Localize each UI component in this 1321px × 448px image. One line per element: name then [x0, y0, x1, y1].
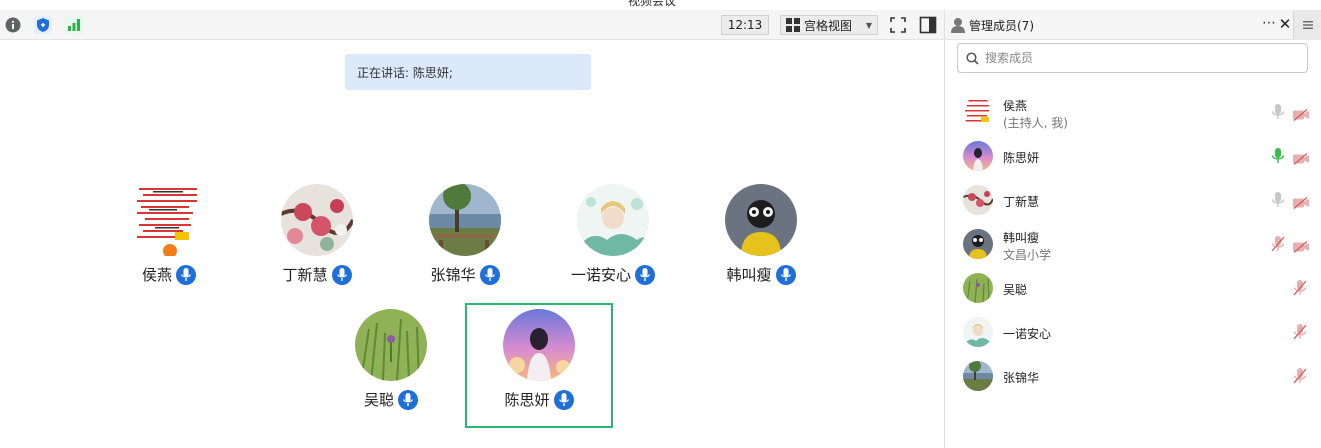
avatar	[725, 184, 797, 256]
members-panel: 管理成员(7) ⋯ ✕ 侯燕 (主持人, 我) 陈思妍	[944, 10, 1321, 448]
microphone-icon	[398, 389, 418, 410]
avatar	[577, 184, 649, 256]
camera-off-icon[interactable]	[1293, 238, 1309, 253]
microphone-muted-icon[interactable]	[1271, 236, 1285, 252]
member-row[interactable]: 韩叫瘦 文昌小学	[945, 222, 1321, 266]
member-name: 张锦华	[1003, 371, 1040, 385]
members-panel-header: 管理成员(7) ⋯ ✕	[945, 10, 1321, 40]
member-name: 陈思妍	[1003, 151, 1040, 165]
microphone-icon	[479, 264, 500, 285]
member-row[interactable]: 丁新慧	[945, 178, 1321, 222]
participant-tile[interactable]: 一诺安心	[558, 184, 668, 285]
avatar	[429, 184, 501, 256]
microphone-muted-icon[interactable]	[1293, 324, 1307, 340]
avatar	[963, 361, 993, 391]
avatar	[963, 141, 993, 171]
search-input[interactable]	[985, 51, 1285, 65]
search-icon	[966, 51, 979, 65]
speaking-indicator: 正在讲话: 陈思妍;	[345, 54, 591, 90]
member-name: 侯燕	[1003, 99, 1028, 113]
microphone-icon[interactable]	[1271, 192, 1285, 208]
meeting-toolbar: 12:13 宫格视图 ▼	[0, 10, 944, 40]
member-org: 文昌小学	[1003, 248, 1052, 262]
camera-off-icon[interactable]	[1293, 150, 1309, 165]
avatar	[963, 229, 993, 259]
microphone-icon[interactable]	[1271, 104, 1285, 120]
more-options-icon[interactable]: ⋯	[1261, 15, 1277, 33]
signal-bars-icon[interactable]	[64, 15, 84, 35]
microphone-icon	[176, 264, 196, 285]
avatar	[963, 97, 993, 127]
microphone-icon	[635, 264, 655, 285]
avatar	[963, 317, 993, 347]
member-row[interactable]: 侯燕 (主持人, 我)	[945, 90, 1321, 134]
microphone-muted-icon[interactable]	[1293, 368, 1307, 384]
participant-tile[interactable]: 侯燕	[114, 184, 224, 285]
title-bar: 视频会议	[0, 0, 1321, 10]
avatar	[281, 184, 353, 256]
member-row[interactable]: 一诺安心	[945, 310, 1321, 354]
view-mode-dropdown[interactable]: 宫格视图 ▼	[780, 15, 878, 35]
member-name: 一诺安心	[1003, 327, 1052, 341]
members-panel-title: 管理成员(7)	[969, 19, 1034, 33]
participant-name: 吴聪	[363, 391, 394, 409]
participant-name: 陈思妍	[504, 391, 550, 409]
member-row[interactable]: 张锦华	[945, 354, 1321, 398]
member-name: 韩叫瘦	[1003, 231, 1040, 245]
microphone-active-icon[interactable]	[1271, 148, 1285, 164]
microphone-icon	[553, 389, 574, 410]
meeting-clock: 12:13	[721, 15, 769, 35]
menu-icon[interactable]	[1293, 10, 1321, 40]
member-search-box[interactable]	[957, 43, 1308, 73]
shield-icon[interactable]	[33, 15, 53, 35]
participant-tile[interactable]: 韩叫瘦	[706, 184, 816, 285]
speaking-text: 正在讲话: 陈思妍;	[357, 65, 453, 80]
participant-name: 一诺安心	[570, 266, 631, 284]
avatar	[133, 184, 205, 256]
user-icon	[951, 17, 965, 33]
avatar	[503, 309, 575, 381]
panel-toggle-icon[interactable]	[918, 15, 938, 35]
participant-name: 韩叫瘦	[726, 266, 772, 284]
camera-off-icon[interactable]	[1293, 106, 1309, 121]
member-row[interactable]: 陈思妍	[945, 134, 1321, 178]
chevron-down-icon: ▼	[865, 20, 872, 30]
avatar	[963, 273, 993, 303]
grid-view-icon	[786, 18, 800, 32]
participant-name: 丁新慧	[282, 266, 328, 284]
member-name: 丁新慧	[1003, 195, 1040, 209]
microphone-icon	[331, 264, 352, 285]
camera-off-icon[interactable]	[1293, 194, 1309, 209]
video-area: 12:13 宫格视图 ▼ 正在讲话: 陈思妍; 侯燕 丁新慧 张锦华 一诺安心 …	[0, 10, 944, 448]
participant-tile[interactable]: 吴聪	[336, 309, 446, 410]
participant-name: 侯燕	[141, 266, 172, 284]
participant-name: 张锦华	[430, 266, 476, 284]
info-icon[interactable]	[3, 15, 23, 35]
microphone-muted-icon[interactable]	[1293, 280, 1307, 296]
participant-tile[interactable]: 陈思妍	[484, 309, 594, 410]
microphone-icon	[775, 264, 796, 285]
avatar	[963, 185, 993, 215]
member-row[interactable]: 吴聪	[945, 266, 1321, 310]
close-icon[interactable]: ✕	[1277, 15, 1293, 33]
member-name: 吴聪	[1003, 283, 1028, 297]
host-badge-icon	[163, 244, 177, 256]
participant-tile[interactable]: 张锦华	[410, 184, 520, 285]
member-role: (主持人, 我)	[1003, 116, 1068, 130]
window-title: 视频会议	[628, 0, 677, 8]
avatar	[355, 309, 427, 381]
participant-tile[interactable]: 丁新慧	[262, 184, 372, 285]
view-mode-label: 宫格视图	[804, 18, 853, 33]
fullscreen-icon[interactable]	[888, 15, 908, 35]
